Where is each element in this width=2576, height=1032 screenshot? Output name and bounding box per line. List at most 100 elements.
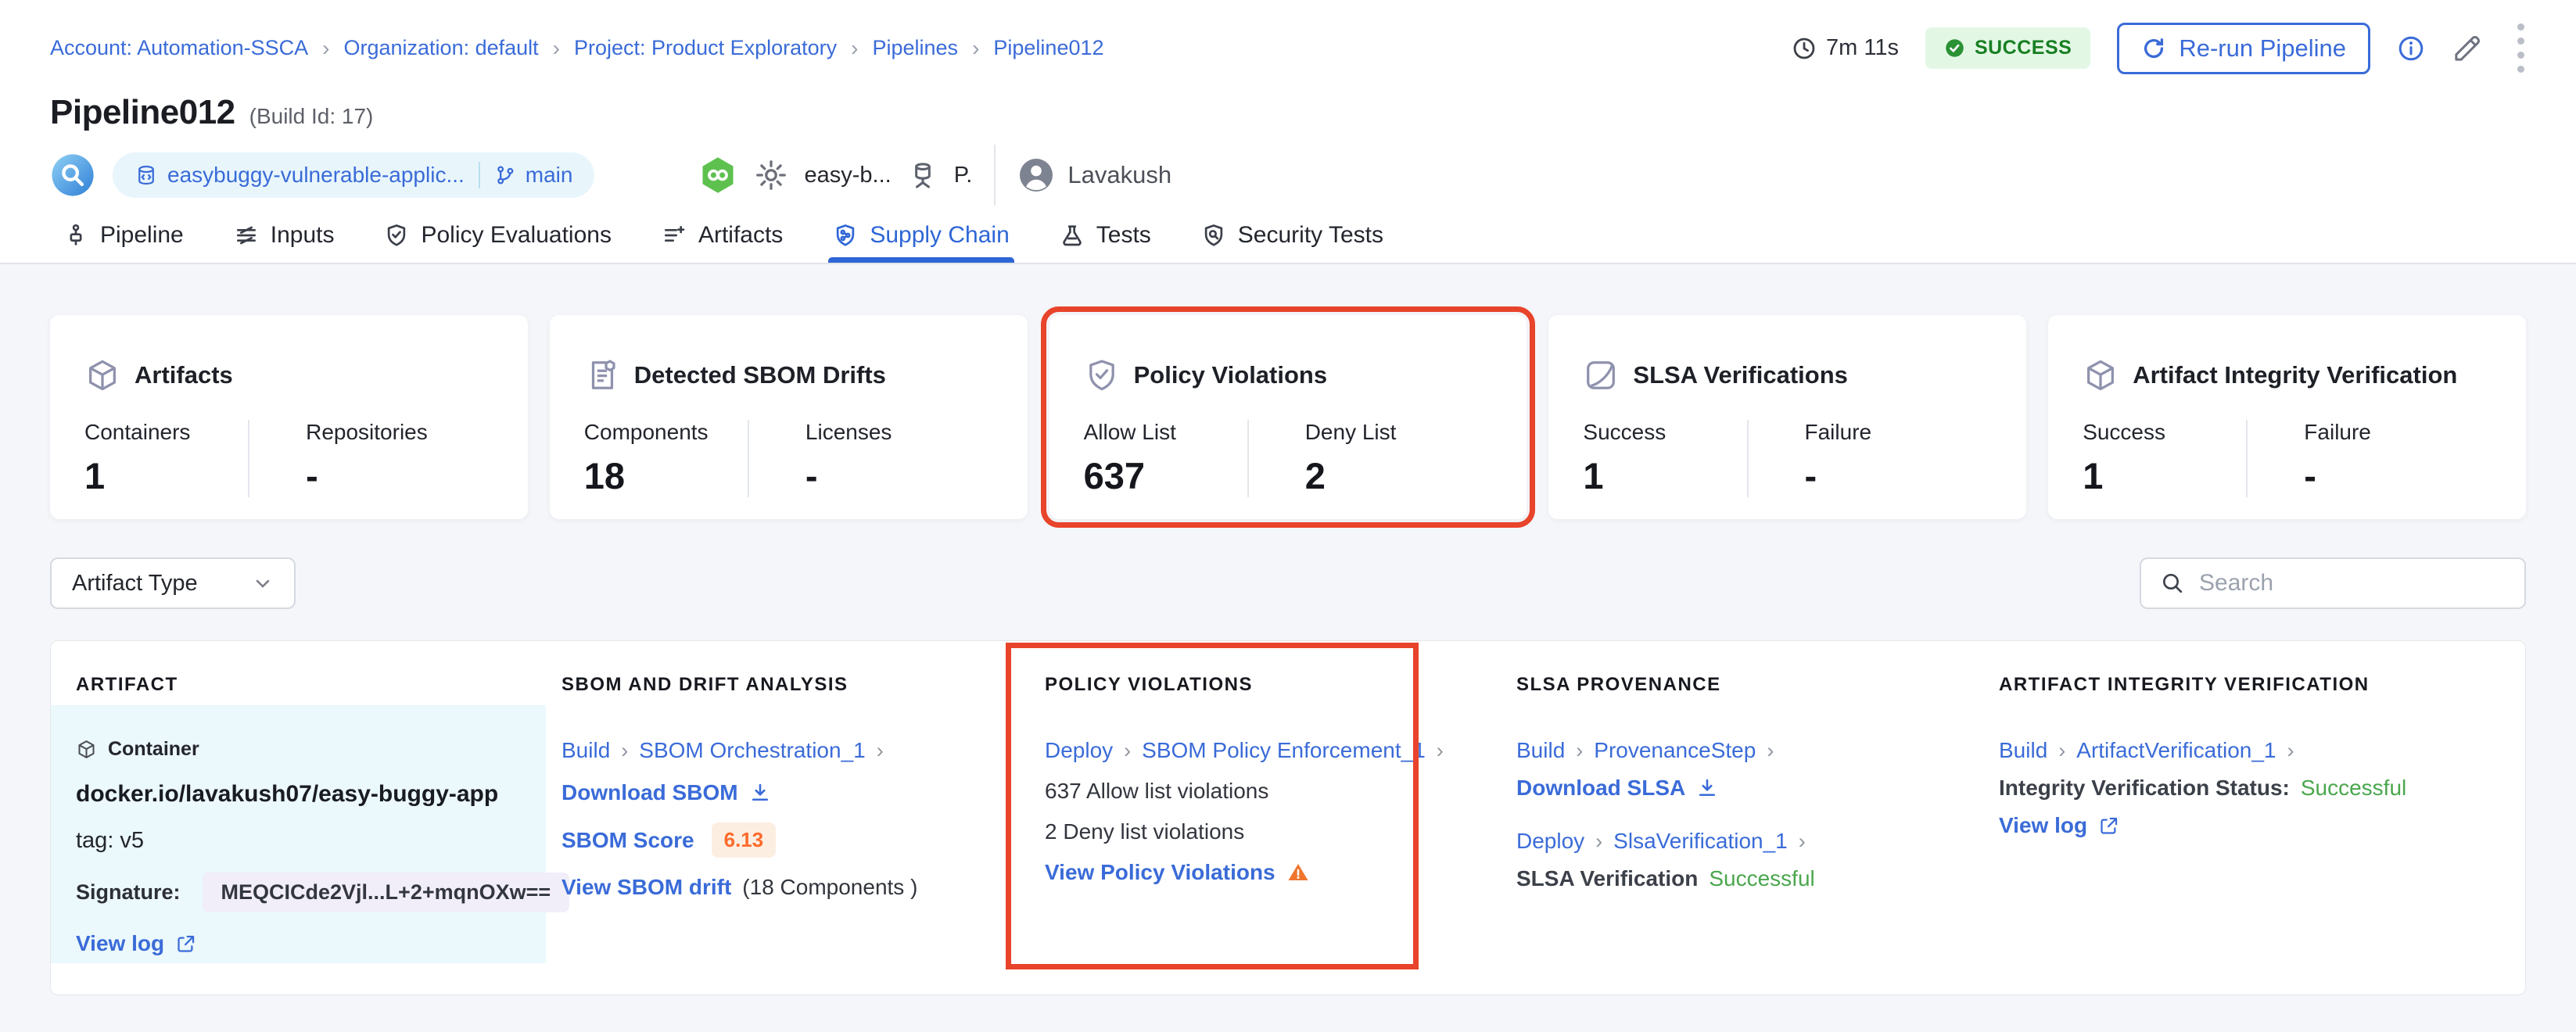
download-sbom-link[interactable]: Download SBOM [561, 780, 771, 805]
stat-value: 1 [2083, 454, 2246, 497]
tab-tests[interactable]: Tests [1055, 208, 1156, 263]
view-log-label: View log [76, 931, 164, 956]
table-header: ARTIFACT SBOM AND DRIFT ANALYSIS POLICY … [51, 641, 2525, 705]
step-link-provenance[interactable]: ProvenanceStep [1594, 738, 1756, 763]
breadcrumb-organization[interactable]: Organization: default [344, 36, 539, 60]
search-input[interactable] [2199, 570, 2506, 597]
tab-label: Artifacts [698, 222, 783, 249]
edit-pipeline-button[interactable] [2452, 33, 2483, 64]
supply-chain-page: Account: Automation-SSCA Organization: d… [0, 0, 2576, 1032]
breadcrumb-separator [972, 36, 979, 61]
title-row: Pipeline012 (Build Id: 17) [50, 93, 2576, 132]
clock-icon [1792, 36, 1817, 61]
signature-label: Signature: [76, 880, 181, 905]
signature-value: MEQCICde2Vjl...L+2+mqnOXw== [203, 873, 570, 912]
card-title: Policy Violations [1134, 361, 1328, 389]
rerun-pipeline-button[interactable]: Re-run Pipeline [2117, 23, 2370, 74]
chevron-right-icon [1124, 739, 1131, 763]
status-text: SUCCESS [1975, 37, 2072, 59]
execution-duration: 7m 11s [1792, 35, 1899, 61]
breadcrumb-current-pipeline[interactable]: Pipeline012 [993, 36, 1103, 60]
cell-policy-violations: Deploy SBOM Policy Enforcement_1 637 All… [1029, 705, 1501, 963]
view-log-link[interactable]: View log [76, 931, 196, 956]
pipeline-icon [63, 223, 88, 248]
info-button[interactable] [2397, 34, 2425, 63]
tab-supply-chain[interactable]: Supply Chain [828, 208, 1014, 263]
column-header-artifact: ARTIFACT [51, 650, 546, 696]
stage-link-build[interactable]: Build [561, 738, 610, 763]
chevron-right-icon [1799, 830, 1806, 854]
cell-sbom: Build SBOM Orchestration_1 Download SBOM… [546, 705, 1029, 963]
search-icon [2160, 571, 2185, 596]
sbom-score-link[interactable]: SBOM Score [561, 828, 694, 853]
view-sbom-drift-link[interactable]: View SBOM drift [561, 875, 731, 900]
stat-label: Success [2083, 420, 2246, 445]
vertical-divider [994, 145, 996, 206]
step-link-slsa-verification[interactable]: SlsaVerification_1 [1613, 829, 1788, 854]
column-header-integrity: ARTIFACT INTEGRITY VERIFICATION [1983, 650, 2525, 696]
tab-security-tests[interactable]: Security Tests [1197, 208, 1388, 263]
repo-name: easybuggy-vulnerable-applic... [167, 163, 465, 188]
tab-label: Tests [1096, 222, 1151, 249]
breadcrumb-account[interactable]: Account: Automation-SSCA [50, 36, 308, 60]
trigger-label: easy-b... [804, 163, 891, 188]
card-title: SLSA Verifications [1633, 361, 1848, 389]
stage-link-deploy[interactable]: Deploy [1516, 829, 1584, 854]
chevron-right-icon [1595, 830, 1602, 854]
content-area: Artifacts Containers1 Repositories- Dete… [0, 266, 2576, 1032]
tab-inputs[interactable]: Inputs [229, 208, 339, 263]
breadcrumb-pipelines[interactable]: Pipelines [872, 36, 958, 60]
pill-divider [479, 162, 480, 188]
stage-link-deploy[interactable]: Deploy [1045, 738, 1113, 763]
view-log-link[interactable]: View log [1999, 813, 2119, 838]
tab-pipeline[interactable]: Pipeline [59, 208, 188, 263]
external-link-icon [175, 933, 196, 955]
repository-icon [135, 163, 158, 187]
artifact-type: Container [108, 738, 199, 761]
topbar: Account: Automation-SSCA Organization: d… [0, 0, 2576, 76]
search-box [2140, 557, 2526, 609]
gear-icon [754, 158, 788, 192]
artifacts-table: ARTIFACT SBOM AND DRIFT ANALYSIS POLICY … [50, 640, 2526, 995]
slsa-verification-status: Successful [1709, 866, 1814, 891]
build-id: (Build Id: 17) [249, 104, 374, 129]
tab-label: Security Tests [1238, 222, 1383, 249]
supply-chain-shield-icon [833, 223, 858, 248]
tab-artifacts[interactable]: Artifacts [657, 208, 788, 263]
stage-link-build[interactable]: Build [1999, 738, 2047, 763]
triggered-by-user: Lavakush [1017, 156, 1171, 194]
execution-context: easy-b... P. [698, 155, 972, 195]
card-sbom-drifts: Detected SBOM Drifts Components18 Licens… [550, 315, 1028, 519]
stat-label: Failure [2304, 420, 2492, 445]
tab-bar: Pipeline Inputs Policy Evaluations Artif… [59, 208, 1388, 263]
column-header-sbom: SBOM AND DRIFT ANALYSIS [546, 650, 1029, 696]
service-icon [907, 159, 938, 191]
harness-hexagon-icon [698, 155, 738, 195]
duration-text: 7m 11s [1826, 35, 1899, 61]
cell-slsa-provenance: Build ProvenanceStep Download SLSA Deplo… [1501, 705, 1983, 963]
breadcrumb: Account: Automation-SSCA Organization: d… [50, 36, 1104, 61]
card-artifacts: Artifacts Containers1 Repositories- [50, 315, 528, 519]
stat-value: - [1805, 454, 1993, 497]
branch-link[interactable]: main [494, 163, 573, 188]
step-link-sbom-orchestration[interactable]: SBOM Orchestration_1 [639, 738, 865, 763]
external-link-icon [2098, 815, 2119, 837]
more-options-button[interactable] [2510, 20, 2532, 76]
step-link-sbom-policy-enforcement[interactable]: SBOM Policy Enforcement_1 [1142, 738, 1426, 763]
artifact-type-dropdown[interactable]: Artifact Type [50, 557, 296, 609]
package-icon [84, 357, 120, 393]
repo-link[interactable]: easybuggy-vulnerable-applic... [135, 163, 465, 188]
card-slsa-verifications: SLSA Verifications Success1 Failure- [1548, 315, 2026, 519]
tab-policy-evaluations[interactable]: Policy Evaluations [379, 208, 615, 263]
view-policy-violations-link[interactable]: View Policy Violations [1045, 860, 1310, 885]
view-policy-violations-label: View Policy Violations [1045, 860, 1275, 885]
chevron-right-icon [1437, 739, 1444, 763]
chevron-down-icon [252, 572, 274, 594]
download-slsa-link[interactable]: Download SLSA [1516, 776, 1718, 801]
container-icon [76, 739, 97, 760]
stage-link-build[interactable]: Build [1516, 738, 1565, 763]
breadcrumb-project[interactable]: Project: Product Exploratory [574, 36, 837, 60]
step-link-artifact-verification[interactable]: ArtifactVerification_1 [2076, 738, 2276, 763]
sbom-score-badge: 6.13 [712, 822, 777, 858]
page-title: Pipeline012 [50, 93, 235, 132]
